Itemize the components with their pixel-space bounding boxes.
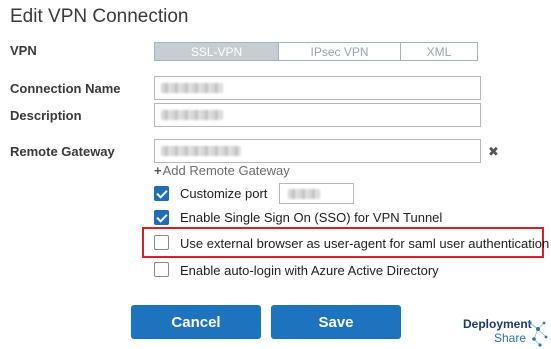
page-title: Edit VPN Connection — [10, 6, 189, 27]
description-field[interactable] — [154, 103, 481, 127]
network-dots-icon — [528, 321, 548, 347]
add-remote-gateway-link[interactable]: +Add Remote Gateway — [154, 163, 290, 178]
sso-checkbox[interactable] — [154, 210, 169, 225]
redacted-text — [288, 189, 320, 199]
logo-text-line1: Deployment — [463, 317, 532, 331]
customize-port-label: Customize port — [180, 186, 268, 201]
plus-icon: + — [154, 163, 162, 178]
description-label: Description — [10, 108, 82, 123]
cancel-button[interactable]: Cancel — [131, 305, 261, 339]
external-browser-checkbox[interactable] — [154, 235, 169, 250]
add-remote-gateway-label: Add Remote Gateway — [162, 163, 290, 178]
logo-text-line2: Share — [494, 331, 527, 345]
redacted-text — [161, 83, 223, 93]
connection-name-field[interactable] — [154, 76, 481, 100]
vpn-type-ssl-vpn[interactable]: SSL-VPN — [155, 43, 279, 60]
redacted-text — [161, 146, 241, 156]
customize-port-checkbox[interactable] — [154, 186, 169, 201]
auto-login-label: Enable auto-login with Azure Active Dire… — [180, 263, 439, 278]
save-button[interactable]: Save — [271, 305, 401, 339]
auto-login-checkbox[interactable] — [154, 262, 169, 277]
remote-gateway-label: Remote Gateway — [10, 144, 115, 159]
remote-gateway-field[interactable] — [154, 139, 481, 163]
remove-gateway-icon[interactable]: ✖ — [488, 144, 499, 160]
redacted-text — [161, 110, 223, 120]
vpn-type-xml[interactable]: XML — [401, 43, 477, 60]
deploymentshare-logo: Deployment Share — [460, 317, 550, 349]
connection-name-label: Connection Name — [10, 81, 121, 96]
vpn-type-ipsec-vpn[interactable]: IPsec VPN — [279, 43, 401, 60]
sso-label: Enable Single Sign On (SSO) for VPN Tunn… — [180, 210, 443, 225]
external-browser-label: Use external browser as user-agent for s… — [180, 236, 550, 251]
vpn-label: VPN — [10, 43, 37, 58]
port-field[interactable] — [279, 183, 354, 204]
vpn-type-selector: SSL-VPN IPsec VPN XML — [154, 42, 478, 61]
